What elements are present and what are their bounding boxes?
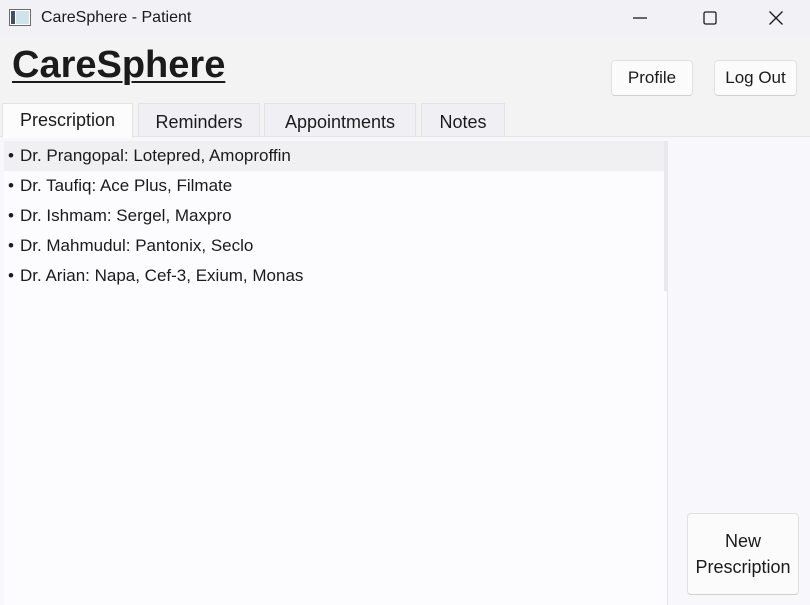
list-scrollbar[interactable] <box>664 141 668 291</box>
profile-button[interactable]: Profile <box>611 60 693 96</box>
list-item-text: Dr. Ishmam: Sergel, Maxpro <box>19 206 232 225</box>
maximize-icon <box>703 11 717 25</box>
minimize-button[interactable] <box>606 0 674 36</box>
list-item[interactable]: • Dr. Ishmam: Sergel, Maxpro <box>4 201 667 231</box>
list-bullet: • <box>8 266 14 285</box>
list-bullet: • <box>8 206 14 225</box>
list-item[interactable]: • Dr. Taufiq: Ace Plus, Filmate <box>4 171 667 201</box>
minimize-icon <box>633 17 647 19</box>
list-item[interactable]: • Dr. Arian: Napa, Cef-3, Exium, Monas <box>4 261 667 291</box>
log-out-button[interactable]: Log Out <box>714 60 797 96</box>
tab-reminders[interactable]: Reminders <box>138 103 260 137</box>
list-bullet: • <box>8 176 14 195</box>
title-bar: CareSphere - Patient <box>0 0 810 36</box>
list-item-text: Dr. Prangopal: Lotepred, Amoproffin <box>19 146 291 165</box>
app-window-icon <box>9 9 31 26</box>
maximize-button[interactable] <box>676 0 744 36</box>
close-icon <box>769 11 783 25</box>
list-item-text: Dr. Taufiq: Ace Plus, Filmate <box>19 176 233 195</box>
tab-bar: Prescription Reminders Appointments Note… <box>0 103 810 138</box>
list-item[interactable]: • Dr. Mahmudul: Pantonix, Seclo <box>4 231 667 261</box>
close-button[interactable] <box>742 0 810 36</box>
tab-notes[interactable]: Notes <box>421 103 505 137</box>
brand-title: CareSphere <box>12 44 226 86</box>
prescription-list[interactable]: • Dr. Prangopal: Lotepred, Amoproffin • … <box>4 141 668 605</box>
tab-prescription[interactable]: Prescription <box>2 103 133 138</box>
list-item-text: Dr. Mahmudul: Pantonix, Seclo <box>19 236 254 255</box>
list-item[interactable]: • Dr. Prangopal: Lotepred, Amoproffin <box>4 141 667 171</box>
list-bullet: • <box>8 236 14 255</box>
list-bullet: • <box>8 146 14 165</box>
new-prescription-button[interactable]: New Prescription <box>687 513 799 595</box>
list-item-text: Dr. Arian: Napa, Cef-3, Exium, Monas <box>19 266 304 285</box>
tab-appointments[interactable]: Appointments <box>264 103 416 137</box>
window-title: CareSphere - Patient <box>41 9 192 26</box>
